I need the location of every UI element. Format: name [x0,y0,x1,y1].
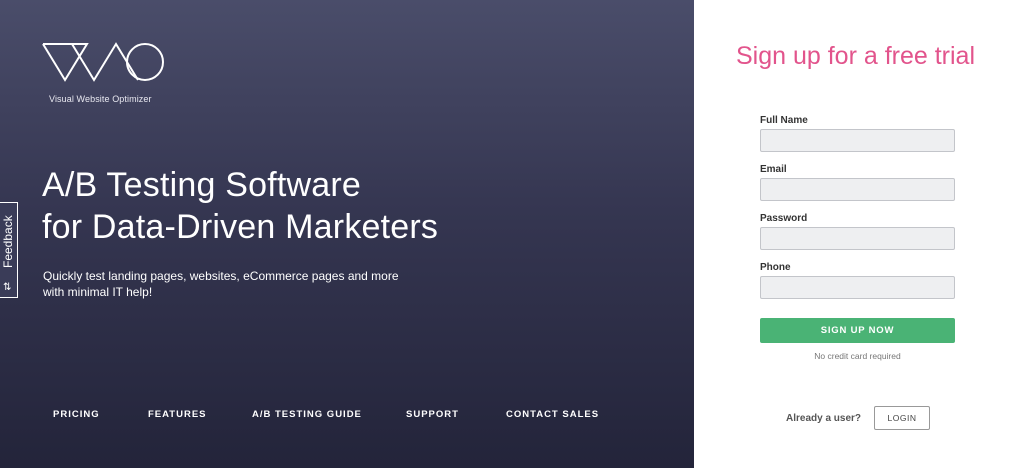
nav-features[interactable]: FEATURES [148,409,207,420]
password-input[interactable] [760,227,955,250]
signup-title: Sign up for a free trial [736,42,976,70]
email-input[interactable] [760,178,955,201]
nav-pricing[interactable]: PRICING [53,409,100,420]
vwo-logo-icon[interactable] [42,40,172,88]
full-name-input[interactable] [760,129,955,152]
hero-headline: A/B Testing Software for Data-Driven Mar… [42,164,438,248]
nav-ab-testing-guide[interactable]: A/B TESTING GUIDE [252,409,362,420]
sign-up-button[interactable]: SIGN UP NOW [760,318,955,343]
footer-nav: PRICING FEATURES A/B TESTING GUIDE SUPPO… [0,409,694,423]
subtext-line-1: Quickly test landing pages, websites, eC… [43,269,399,283]
phone-input[interactable] [760,276,955,299]
password-label: Password [760,213,808,224]
phone-label: Phone [760,262,791,273]
full-name-label: Full Name [760,115,808,126]
sliders-icon: ⇅ [3,282,12,293]
headline-line-1: A/B Testing Software [42,166,361,204]
logo-tagline: Visual Website Optimizer [49,94,152,104]
hero-section: Visual Website Optimizer A/B Testing Sof… [0,0,694,468]
no-credit-card-note: No credit card required [814,351,901,361]
feedback-label: Feedback [1,215,15,269]
nav-contact-sales[interactable]: CONTACT SALES [506,409,599,420]
email-label: Email [760,164,787,175]
already-user-text: Already a user? [786,413,862,424]
headline-line-2: for Data-Driven Marketers [42,208,439,246]
hero-subtext: Quickly test landing pages, websites, eC… [43,268,423,300]
login-button[interactable]: LOGIN [874,406,930,430]
signup-panel: Sign up for a free trial Full Name Email… [694,0,1024,468]
nav-support[interactable]: SUPPORT [406,409,459,420]
subtext-line-2: with minimal IT help! [43,285,153,299]
feedback-tab[interactable]: Feedback ⇅ [0,202,18,298]
